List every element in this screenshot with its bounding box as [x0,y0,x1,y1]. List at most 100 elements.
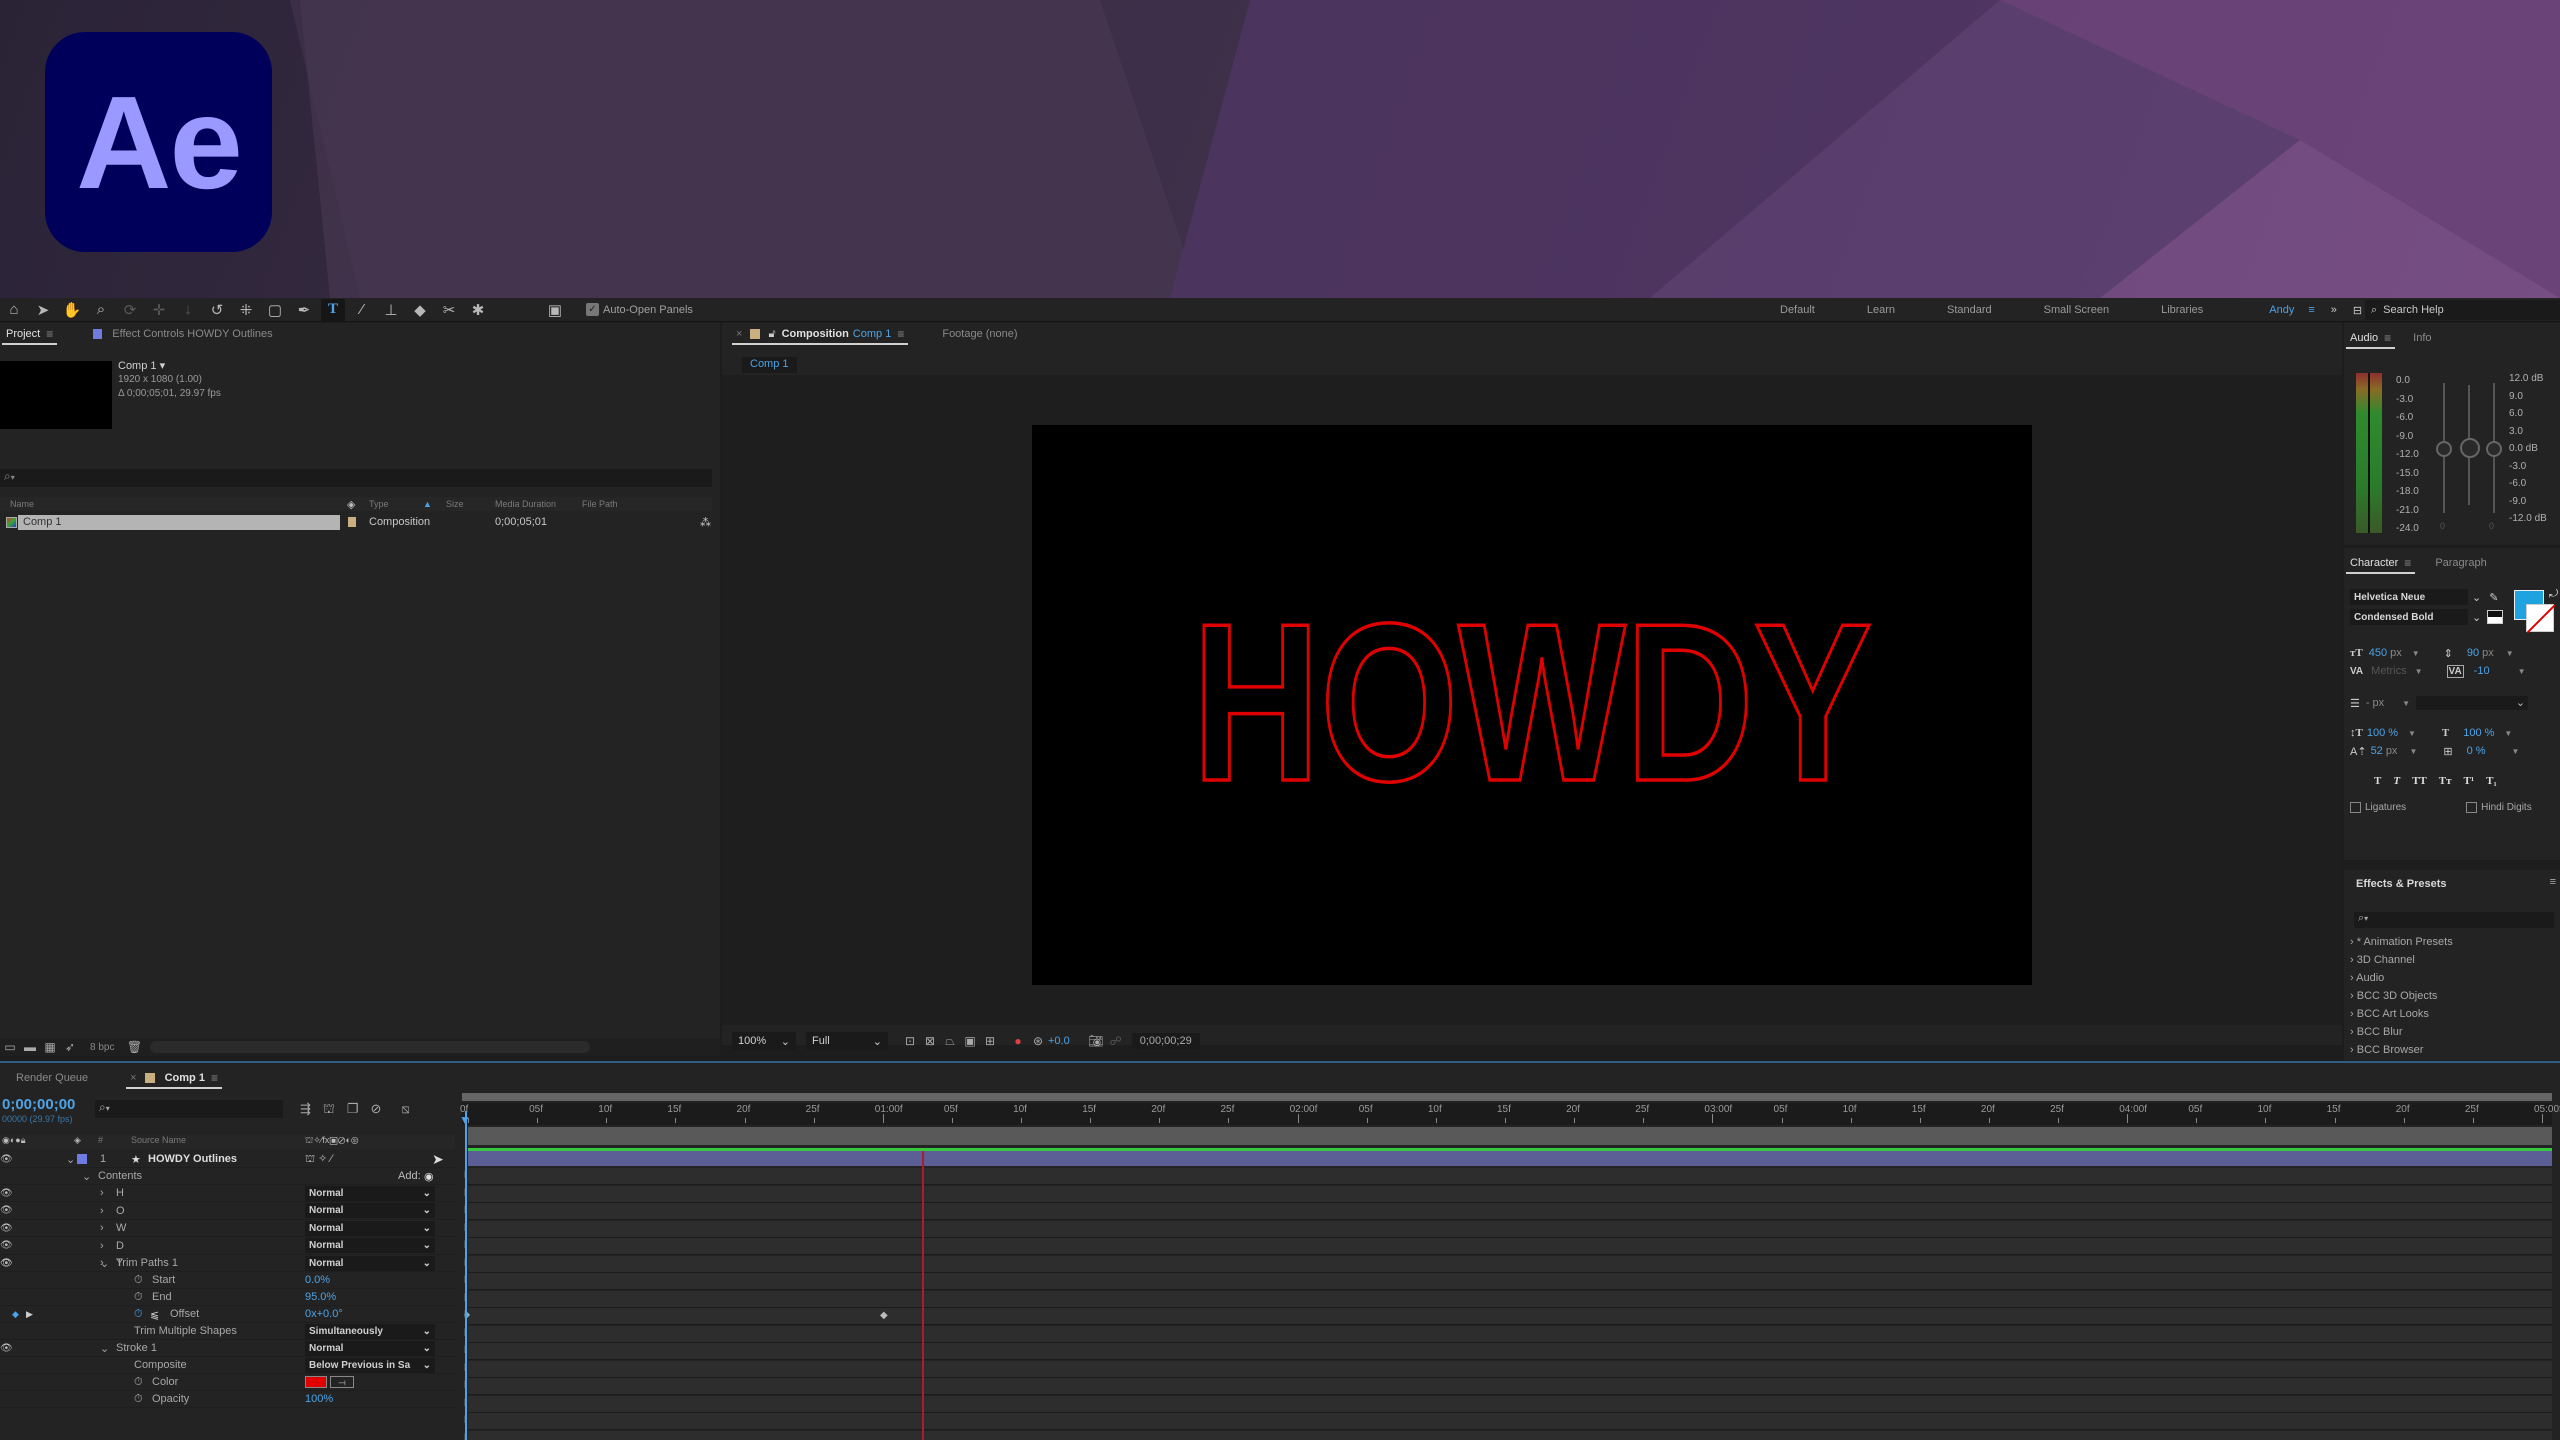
viewer-timecode[interactable]: 0;00;00;29 [1131,1033,1200,1049]
comp-navigator-breadcrumb[interactable]: Comp 1 [742,357,797,373]
more-workspaces-icon[interactable]: » [2331,304,2337,316]
type-tool-icon[interactable]: T [321,298,345,321]
label-color-swatch[interactable] [348,517,356,527]
graph-editor-icon[interactable]: ⧅ [401,1101,409,1119]
label-tag-icon[interactable]: ◈ [74,1135,81,1146]
shape-group-row[interactable]: 👁︎ › W Normal ⌄ [0,1220,455,1237]
kerning-dropdown-icon[interactable]: ▼ [2415,667,2423,676]
stopwatch-icon[interactable]: ⏱︎ [134,1291,143,1304]
puppet-pin-icon[interactable]: ✱ [466,299,490,321]
composite-dropdown[interactable]: Below Previous in Sa ⌄ [305,1357,435,1373]
panel-menu-icon[interactable]: ≡ [2550,876,2556,888]
flowchart-icon[interactable]: ⁂ [700,516,711,529]
baseline-shift-dropdown-icon[interactable]: ▼ [2409,747,2417,756]
expand-chevron-icon[interactable]: ⌄ [66,1153,75,1166]
tsume-dropdown-icon[interactable]: ▼ [2511,747,2519,756]
vertical-scale-dropdown-icon[interactable]: ▼ [2408,729,2416,738]
trim-offset-row[interactable]: ◆ ▶ ⏱︎ ⫹ Offset 0x+0.0° [0,1306,455,1323]
font-style-dropdown[interactable]: Condensed Bold [2350,609,2468,625]
stroke-row[interactable]: 👁︎ ⌄ Stroke 1 Normal ⌄ [0,1340,455,1357]
font-family-dropdown[interactable]: Helvetica Neue [2350,589,2468,605]
zoom-tool-icon[interactable]: ⌕ [89,299,113,321]
faux-bold-button[interactable]: T [2374,775,2381,787]
project-item-name[interactable]: Comp 1 [18,514,340,530]
workspace-libraries[interactable]: Libraries [2161,304,2203,316]
fast-previews-icon[interactable]: ⊡ [900,1032,920,1050]
tab-composition[interactable]: × 🔓︎ Composition Comp 1 ≡ [730,323,910,345]
chevron-down-icon[interactable]: ⌄ [2472,591,2481,604]
composition-viewer[interactable]: HOWDY [722,375,2342,1025]
composite-row[interactable]: Composite Below Previous in Sa ⌄ [0,1357,455,1374]
trim-offset-value[interactable]: 0x+0.0° [305,1308,343,1320]
show-snapshot-icon[interactable]: ☍ [1106,1032,1126,1050]
small-caps-button[interactable]: Tт [2439,775,2452,787]
layer-row-howdy-outlines[interactable]: 👁︎ ⌄ 1 ★ HOWDY Outlines ⛫ ✧ ⁄ ➤ [0,1151,455,1168]
workspace-learn[interactable]: Learn [1867,304,1895,316]
tab-character[interactable]: Character ≡ [2344,552,2417,574]
stopwatch-active-icon[interactable]: ⏱︎ [134,1308,143,1321]
all-caps-button[interactable]: TT [2412,775,2427,787]
tab-info[interactable]: Info [2407,327,2437,349]
expand-chevron-icon[interactable]: › [100,1205,104,1217]
faux-italic-button[interactable]: T [2393,775,2400,787]
stopwatch-icon[interactable]: ⏱︎ [134,1274,143,1287]
column-size[interactable]: Size [446,499,464,509]
current-time-display[interactable]: 0;00;00;00 [2,1096,75,1113]
baseline-shift-value[interactable]: 52 [2371,745,2383,757]
expand-chevron-icon[interactable]: ⌄ [100,1257,109,1270]
pan-behind-icon[interactable]: ⁜ [234,299,258,321]
project-search-input[interactable]: ⌕▾ [0,469,712,487]
blend-mode-dropdown[interactable]: Normal ⌄ [305,1185,435,1201]
expand-chevron-icon[interactable]: ⌄ [82,1170,91,1183]
subscript-button[interactable]: T₁ [2486,775,2497,787]
new-folder-icon[interactable]: ▬ [20,1038,40,1056]
visibility-eye-icon[interactable]: 👁︎ [0,1188,13,1199]
tab-paragraph[interactable]: Paragraph [2429,552,2492,574]
shape-group-row[interactable]: 👁︎ › H Normal ⌄ [0,1185,455,1202]
hand-tool-icon[interactable]: ✋ [60,299,84,321]
visibility-eye-icon[interactable]: 👁︎ [0,1343,13,1354]
rotation-tool-icon[interactable]: ↺ [205,299,229,321]
stroke-color-row[interactable]: ⏱︎ Color ⟞ [0,1374,455,1391]
bit-depth-button[interactable]: 8 bpc [90,1042,114,1053]
column-name[interactable]: Name [10,499,34,509]
tab-effect-controls[interactable]: Effect Controls HOWDY Outlines [87,323,278,345]
tracking-dropdown-icon[interactable]: ▼ [2518,667,2526,676]
font-size-value[interactable]: 450 [2369,647,2387,659]
clone-stamp-icon[interactable]: ⊥ [379,299,403,321]
vertical-scale-value[interactable]: 100 [2367,727,2385,739]
effects-category-item[interactable]: › 3D Channel [2350,954,2415,966]
project-item-row[interactable]: Comp 1 Composition 0;00;05;01 ⁂ [0,514,712,530]
chevron-down-icon[interactable]: ⌄ [2472,611,2481,624]
time-ruler[interactable]: 0f 05f 10f 15f 20f 25f 01:00f 05f 10f 15f 20f 25f 02… [460,1103,2560,1125]
keyframe-diamond[interactable]: ◆ [880,1310,888,1321]
panel-toggle-icon[interactable]: ▣ [543,299,567,321]
magnification-dropdown[interactable]: 100% ⌄ [732,1032,796,1050]
effects-category-item[interactable]: › BCC Blur [2350,1026,2403,1038]
workspace-standard[interactable]: Standard [1947,304,1992,316]
trim-multiple-dropdown[interactable]: Simultaneously ⌄ [305,1323,435,1339]
horizontal-scale-value[interactable]: 100 [2463,727,2481,739]
pan-camera-icon[interactable]: ✛ [147,299,171,321]
layer-color-swatch[interactable] [77,1154,87,1164]
exposure-reset-icon[interactable]: ⊛ [1028,1032,1048,1050]
effects-category-item[interactable]: › BCC Browser [2350,1044,2423,1056]
panel-menu-icon[interactable]: ≡ [2404,556,2411,570]
tab-footage[interactable]: Footage (none) [936,323,1023,345]
exposure-value[interactable]: +0.0 [1048,1035,1070,1047]
trim-start-row[interactable]: ⏱︎ Start 0.0% [0,1272,455,1289]
channel-rgb-icon[interactable]: ● [1008,1032,1028,1050]
tab-project[interactable]: Project ≡ [0,323,59,345]
search-help-field[interactable]: ⌕ Search Help [2365,300,2560,320]
layer-name[interactable]: HOWDY Outlines [148,1153,237,1165]
superscript-button[interactable]: T¹ [2464,775,2475,787]
tab-comp-timeline[interactable]: × Comp 1 ≡ [124,1067,224,1089]
shy-layers-icon[interactable]: ⛫ [323,1101,335,1119]
adobe-media-encoder-icon[interactable]: ➶ [60,1038,80,1056]
timeline-search-input[interactable]: ⌕▾ [95,1100,283,1118]
blend-mode-dropdown[interactable]: Normal ⌄ [305,1238,435,1253]
layer-switches[interactable]: ⛫ ✧ ⁄ [305,1152,332,1167]
eraser-tool-icon[interactable]: ◆ [408,299,432,321]
interpret-footage-icon[interactable]: ▭ [0,1038,20,1056]
close-tab-icon[interactable]: × [736,328,742,340]
